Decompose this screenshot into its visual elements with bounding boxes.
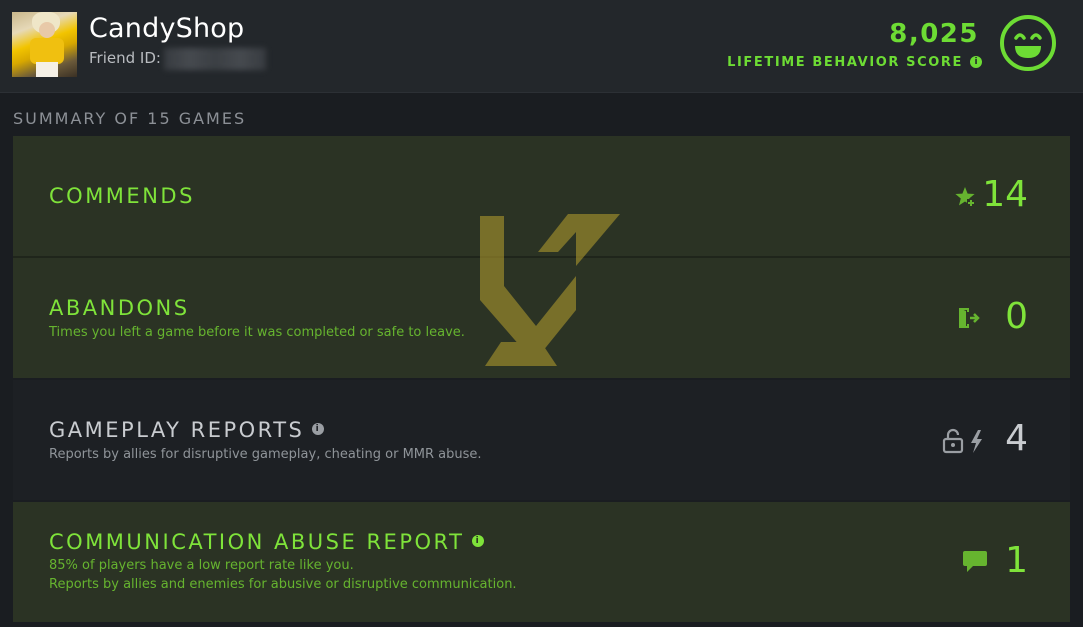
abandons-description: Times you left a game before it was comp…	[49, 325, 465, 340]
gameplay-reports-title: GAMEPLAY REPORTS i	[49, 418, 325, 442]
communication-abuse-value: 1	[1005, 540, 1028, 581]
commends-value: 14	[982, 174, 1028, 215]
communication-abuse-stat: 85% of players have a low report rate li…	[49, 558, 354, 573]
abandons-title: ABANDONS	[49, 296, 190, 320]
communication-abuse-title: COMMUNICATION ABUSE REPORT i	[49, 530, 485, 554]
commends-title: COMMENDS	[49, 184, 195, 208]
profile-header: CandyShop Friend ID: 8,025 LIFETIME BEHA…	[0, 0, 1083, 93]
username: CandyShop	[89, 13, 245, 44]
gameplay-reports-description: Reports by allies for disruptive gamepla…	[49, 447, 482, 462]
star-icon	[955, 187, 975, 207]
communication-abuse-title-text: COMMUNICATION ABUSE REPORT	[49, 530, 465, 554]
friend-id-value-redacted	[164, 48, 266, 70]
behavior-score-label: LIFETIME BEHAVIOR SCORE	[727, 55, 963, 70]
friend-id-label: Friend ID:	[89, 49, 161, 67]
gameplay-reports-row: GAMEPLAY REPORTS i Reports by allies for …	[13, 380, 1070, 500]
avatar[interactable]	[12, 12, 77, 77]
smiley-face-icon	[1000, 15, 1056, 71]
chat-bubble-icon	[963, 551, 987, 572]
communication-abuse-description: Reports by allies and enemies for abusiv…	[49, 577, 517, 592]
exit-door-icon	[959, 308, 980, 328]
communication-abuse-row: COMMUNICATION ABUSE REPORT i 85% of playe…	[13, 502, 1070, 622]
gameplay-reports-value: 4	[1005, 418, 1028, 459]
gameplay-reports-title-text: GAMEPLAY REPORTS	[49, 418, 305, 442]
info-icon[interactable]: i	[970, 56, 982, 68]
abandons-value: 0	[1005, 296, 1028, 337]
summary-title: SUMMARY OF 15 GAMES	[13, 109, 247, 128]
info-icon[interactable]: i	[472, 535, 485, 547]
dota-plus-emblem-icon	[480, 214, 620, 366]
behavior-score-value: 8,025	[889, 19, 979, 49]
info-icon[interactable]: i	[312, 423, 325, 435]
lock-lightning-icon	[942, 428, 982, 454]
